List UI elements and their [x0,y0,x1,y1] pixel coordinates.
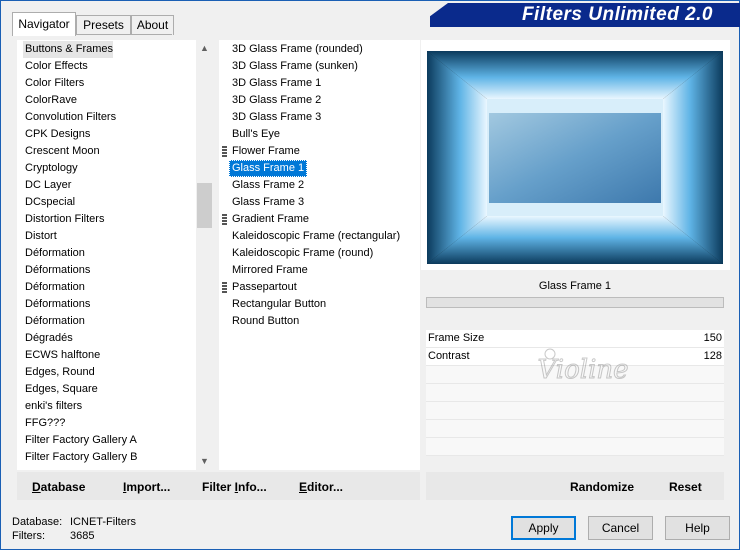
tab-about[interactable]: About [131,15,174,35]
tab-presets[interactable]: Presets [76,15,131,35]
category-item[interactable]: Cryptology [23,160,78,177]
category-scrollbar[interactable]: ▲ ▼ [196,40,213,470]
category-item[interactable]: Dégradés [23,330,73,347]
filter-item[interactable]: Kaleidoscopic Frame (round) [229,245,376,262]
category-item[interactable]: Crescent Moon [23,143,100,160]
randomize-button[interactable]: Randomize [570,479,634,496]
filter-item[interactable]: Glass Frame 2 [229,177,307,194]
filter-item[interactable]: Kaleidoscopic Frame (rectangular) [229,228,403,245]
filter-group-marker-icon [222,214,227,225]
parameter-row-empty [426,402,724,420]
filter-info-label: nfo... [238,480,267,494]
watermark-logo: Violine [537,348,629,386]
apply-button[interactable]: Apply [511,516,576,540]
app-title: Filters Unlimited 2.0 [521,4,713,25]
editor-button-hotkey: E [299,480,308,494]
help-button[interactable]: Help [665,516,730,540]
filter-item[interactable]: Glass Frame 1 [229,160,308,177]
parameter-label: Frame Size [428,332,485,344]
filter-preview-image [427,51,723,264]
filter-info-button[interactable]: Filter Info... [202,479,267,496]
category-item[interactable]: Distortion Filters [23,211,104,228]
filter-item[interactable]: Rectangular Button [229,296,329,313]
category-item[interactable]: Distort [23,228,57,245]
tab-navigator[interactable]: Navigator [12,12,76,36]
database-button[interactable]: Database [32,479,85,496]
status-database-value: ICNET-Filters [70,516,136,528]
category-list[interactable]: Buttons & Frames Color Effects Color Filte… [17,40,196,470]
filter-progress-bar [426,297,724,308]
watermark-text: Violine [537,355,628,385]
filter-info-prefix: Filter [202,480,235,494]
parameter-row-empty [426,420,724,438]
filter-item[interactable]: Passepartout [229,279,300,296]
cancel-button[interactable]: Cancel [588,516,653,540]
editor-button-label: ditor... [307,480,344,494]
filter-item[interactable]: 3D Glass Frame 2 [229,92,324,109]
filter-item[interactable]: 3D Glass Frame 3 [229,109,324,126]
status-filters-label: Filters: [12,530,45,542]
status-database-label: Database: [12,516,63,528]
category-item[interactable]: Convolution Filters [23,109,116,126]
filter-group-marker-icon [222,146,227,157]
import-button[interactable]: Import... [123,479,170,496]
scroll-up-arrow-icon[interactable]: ▲ [196,40,213,57]
parameter-value: 150 [703,332,722,344]
filter-item[interactable]: 3D Glass Frame 1 [229,75,324,92]
parameter-value: 128 [703,350,722,362]
category-item[interactable]: DC Layer [23,177,71,194]
category-item[interactable]: Edges, Square [23,381,98,398]
import-button-label: mport... [126,480,171,494]
category-item[interactable]: Déformation [23,279,85,296]
category-item[interactable]: Color Filters [23,75,84,92]
database-button-label: atabase [40,480,86,494]
filter-group-marker-icon [222,282,227,293]
database-button-hotkey: D [32,480,41,494]
category-item[interactable]: Filter Factory Gallery B [23,449,137,466]
category-item[interactable]: Buttons & Frames [23,41,114,58]
filter-item[interactable]: Flower Frame [229,143,303,160]
filter-item[interactable]: 3D Glass Frame (rounded) [229,41,366,58]
category-item[interactable]: Déformation [23,313,85,330]
category-item[interactable]: Filter Factory Gallery A [23,432,137,449]
filter-item[interactable]: Gradient Frame [229,211,312,228]
category-item[interactable]: FFG??? [23,415,65,432]
reset-button[interactable]: Reset [669,479,702,496]
category-item[interactable]: DCspecial [23,194,75,211]
filter-list[interactable]: 3D Glass Frame (rounded) 3D Glass Frame (… [219,40,420,470]
category-item[interactable]: Déformation [23,245,85,262]
status-filters-value: 3685 [70,530,95,542]
editor-button[interactable]: Editor... [299,479,343,496]
category-item[interactable]: Déformations [23,296,90,313]
parameter-row-empty [426,438,724,456]
parameter-label: Contrast [428,350,470,362]
scroll-down-arrow-icon[interactable]: ▼ [196,453,213,470]
filter-item[interactable]: Mirrored Frame [229,262,311,279]
filter-item[interactable]: Round Button [229,313,302,330]
category-item[interactable]: Edges, Round [23,364,95,381]
filter-item[interactable]: 3D Glass Frame (sunken) [229,58,361,75]
filter-item[interactable]: Glass Frame 3 [229,194,307,211]
selected-filter-name: Glass Frame 1 [426,276,724,296]
category-item[interactable]: Déformations [23,262,90,279]
category-item[interactable]: ColorRave [23,92,77,109]
category-item[interactable]: enki's filters [23,398,82,415]
category-item[interactable]: Color Effects [23,58,88,75]
category-item[interactable]: ECWS halftone [23,347,100,364]
filter-item[interactable]: Bull's Eye [229,126,283,143]
scroll-thumb[interactable] [197,183,212,228]
category-item[interactable]: CPK Designs [23,126,90,143]
